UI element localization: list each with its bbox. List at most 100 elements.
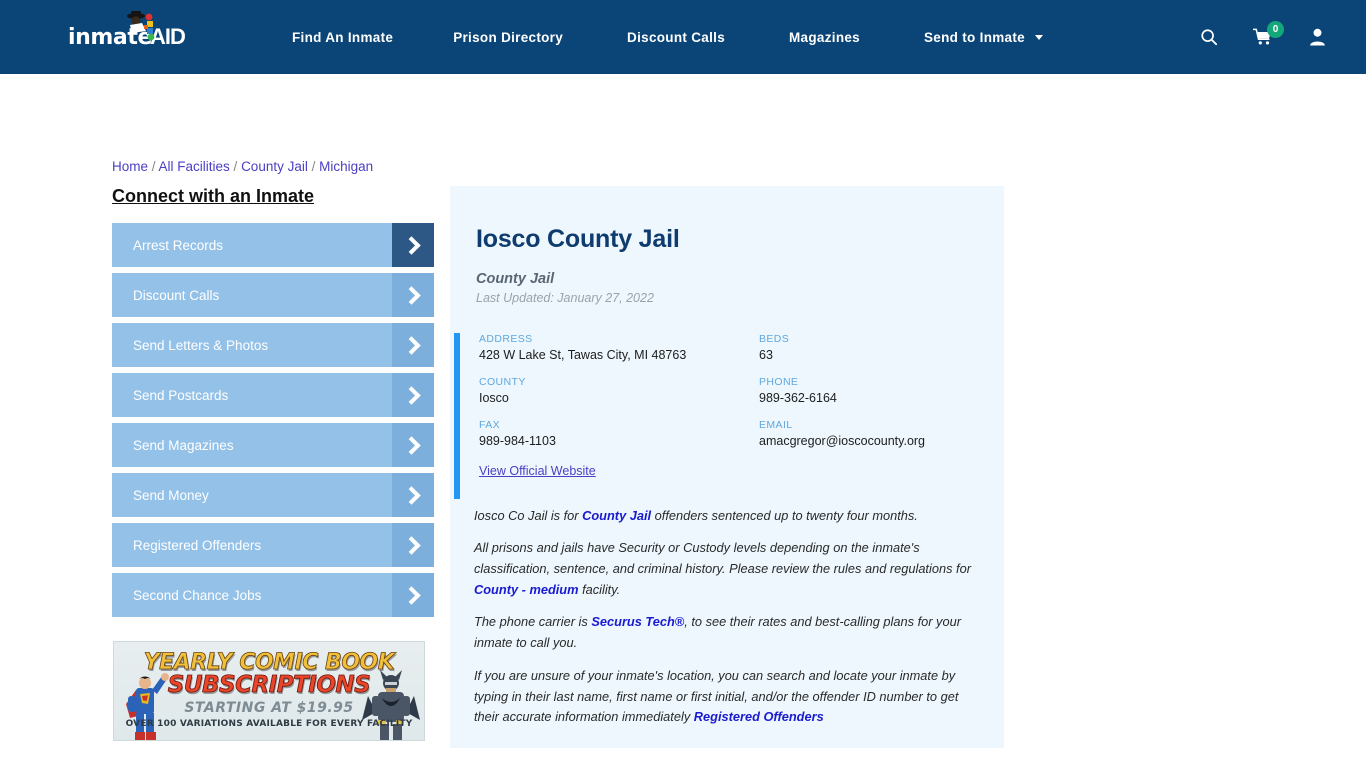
desc-text: The phone carrier is bbox=[474, 614, 592, 630]
sidebar: Connect with an Inmate Arrest Records Di… bbox=[112, 186, 434, 623]
sidebar-item-label: Discount Calls bbox=[133, 287, 220, 303]
description-paragraph-3: The phone carrier is Securus Tech®, to s… bbox=[474, 612, 978, 653]
main-content: Iosco County Jail County Jail Last Updat… bbox=[450, 186, 1004, 768]
chevron-right-icon bbox=[392, 273, 434, 317]
sidebar-item-send-magazines[interactable]: Send Magazines bbox=[112, 423, 434, 467]
chevron-right-icon bbox=[392, 523, 434, 567]
nav-item-prison-directory[interactable]: Prison Directory bbox=[421, 30, 595, 45]
chevron-right-icon bbox=[392, 423, 434, 467]
sidebar-item-label: Send Postcards bbox=[133, 387, 229, 403]
detail-value: 989-362-6164 bbox=[759, 390, 837, 405]
sidebar-item-send-postcards[interactable]: Send Postcards bbox=[112, 373, 434, 417]
nav-label: Discount Calls bbox=[627, 29, 726, 45]
facility-description: Iosco Co Jail is for County Jail offende… bbox=[450, 506, 1004, 728]
sidebar-item-second-chance-jobs[interactable]: Second Chance Jobs bbox=[112, 573, 434, 617]
sidebar-item-send-money[interactable]: Send Money bbox=[112, 473, 434, 517]
cart-button[interactable]: 0 bbox=[1236, 17, 1290, 57]
detail-value: amacgregor@ioscocounty.org bbox=[759, 433, 926, 448]
sidebar-title: Connect with an Inmate bbox=[112, 186, 315, 206]
nav-label: Find An Inmate bbox=[292, 29, 394, 45]
sidebar-item-label: Send Magazines bbox=[133, 437, 234, 453]
header-icon-group: 0 bbox=[1182, 0, 1344, 74]
detail-label: COUNTY bbox=[479, 375, 526, 388]
chevron-right-icon bbox=[392, 373, 434, 417]
facility-last-updated: Last Updated: January 27, 2022 bbox=[476, 290, 654, 305]
sidebar-item-arrest-records[interactable]: Arrest Records bbox=[112, 223, 434, 267]
nav-label: Prison Directory bbox=[453, 29, 564, 45]
logo-mascot-icon bbox=[127, 11, 155, 41]
chevron-down-icon bbox=[1035, 34, 1044, 40]
sidebar-item-label: Arrest Records bbox=[133, 237, 224, 253]
detail-value: 428 W Lake St, Tawas City, MI 48763 bbox=[479, 347, 687, 362]
sidebar-item-registered-offenders[interactable]: Registered Offenders bbox=[112, 523, 434, 567]
detail-label: FAX bbox=[479, 418, 501, 431]
chevron-right-icon bbox=[392, 323, 434, 367]
nav-label: Magazines bbox=[789, 29, 860, 45]
sidebar-item-label: Send Money bbox=[133, 487, 209, 503]
account-button[interactable] bbox=[1290, 17, 1344, 57]
breadcrumb-separator: / bbox=[229, 159, 242, 174]
detail-label: ADDRESS bbox=[479, 332, 533, 345]
site-header: inmate AID Find An Inmate Prison Directo… bbox=[0, 0, 1366, 74]
nav-item-magazines[interactable]: Magazines bbox=[757, 30, 892, 45]
chevron-right-icon bbox=[392, 473, 434, 517]
link-county-jail[interactable]: County Jail bbox=[582, 508, 651, 523]
detail-label: PHONE bbox=[759, 375, 799, 388]
detail-email: EMAIL amacgregor@ioscocounty.org bbox=[759, 419, 1004, 448]
chevron-right-icon bbox=[392, 223, 434, 267]
detail-beds: BEDS 63 bbox=[759, 333, 1004, 362]
breadcrumb-item-all-facilities[interactable]: All Facilities bbox=[159, 159, 230, 174]
desc-text: facility. bbox=[578, 581, 621, 597]
detail-address: ADDRESS 428 W Lake St, Tawas City, MI 48… bbox=[479, 333, 759, 362]
breadcrumb: Home / All Facilities / County Jail / Mi… bbox=[112, 159, 373, 174]
nav-label: Send to Inmate bbox=[924, 29, 1025, 45]
detail-label: EMAIL bbox=[759, 418, 793, 431]
nav-item-send-to-inmate[interactable]: Send to Inmate bbox=[892, 30, 1075, 45]
detail-value: 989-984-1103 bbox=[479, 433, 556, 448]
user-account-icon bbox=[1309, 28, 1325, 46]
sidebar-item-discount-calls[interactable]: Discount Calls bbox=[112, 273, 434, 317]
desc-text: offenders sentenced up to twenty four mo… bbox=[651, 507, 918, 523]
sidebar-item-label: Send Letters & Photos bbox=[133, 337, 269, 353]
description-paragraph-4: If you are unsure of your inmate's locat… bbox=[474, 666, 978, 728]
view-official-website-link[interactable]: View Official Website bbox=[479, 464, 596, 478]
page-title: Iosco County Jail bbox=[476, 224, 680, 253]
ad-headline-line2: SUBSCRIPTIONS bbox=[167, 672, 371, 699]
breadcrumb-separator: / bbox=[148, 159, 159, 174]
description-paragraph-2: All prisons and jails have Security or C… bbox=[474, 538, 978, 600]
link-securus-tech[interactable]: Securus Tech® bbox=[591, 614, 684, 629]
link-county-medium[interactable]: County - medium bbox=[474, 582, 579, 597]
description-paragraph-1: Iosco Co Jail is for County Jail offende… bbox=[474, 506, 978, 527]
sidebar-item-label: Second Chance Jobs bbox=[133, 587, 262, 603]
nav-item-discount-calls[interactable]: Discount Calls bbox=[595, 30, 757, 45]
sidebar-item-label: Registered Offenders bbox=[133, 537, 262, 553]
detail-label: BEDS bbox=[759, 332, 790, 345]
accent-bar bbox=[454, 332, 460, 499]
detail-county: COUNTY Iosco bbox=[479, 376, 759, 405]
ad-subtext-line: OVER 100 VARIATIONS AVAILABLE FOR EVERY … bbox=[125, 719, 413, 729]
site-logo[interactable]: inmate AID bbox=[68, 11, 194, 57]
ad-artwork: YEARLY COMIC BOOK SUBSCRIPTIONS STARTING… bbox=[114, 642, 424, 740]
desc-text: All prisons and jails have Security or C… bbox=[474, 540, 971, 576]
detail-phone: PHONE 989-362-6164 bbox=[759, 376, 1004, 405]
search-icon bbox=[1201, 29, 1218, 46]
main-navigation: Find An Inmate Prison Directory Discount… bbox=[264, 30, 1075, 45]
breadcrumb-item-county-jail[interactable]: County Jail bbox=[241, 159, 308, 174]
facility-type: County Jail bbox=[476, 270, 555, 287]
detail-fax: FAX 989-984-1103 bbox=[479, 419, 759, 448]
search-button[interactable] bbox=[1182, 17, 1236, 57]
link-registered-offenders[interactable]: Registered Offenders bbox=[694, 709, 824, 724]
desc-text: Iosco Co Jail is for bbox=[474, 507, 583, 523]
breadcrumb-item-michigan[interactable]: Michigan bbox=[319, 159, 373, 174]
chevron-right-icon bbox=[392, 573, 434, 617]
detail-value: 63 bbox=[759, 347, 773, 362]
facility-info-card: Iosco County Jail County Jail Last Updat… bbox=[450, 186, 1004, 748]
nav-item-find-an-inmate[interactable]: Find An Inmate bbox=[264, 30, 421, 45]
sidebar-item-send-letters-photos[interactable]: Send Letters & Photos bbox=[112, 323, 434, 367]
facility-details-grid: ADDRESS 428 W Lake St, Tawas City, MI 48… bbox=[479, 333, 1004, 448]
breadcrumb-item-home[interactable]: Home bbox=[112, 159, 148, 174]
ad-price-line: STARTING AT $19.95 bbox=[184, 700, 354, 716]
comic-book-subscription-ad[interactable]: YEARLY COMIC BOOK SUBSCRIPTIONS STARTING… bbox=[113, 641, 425, 741]
cart-count-badge: 0 bbox=[1267, 21, 1284, 38]
breadcrumb-separator: / bbox=[307, 159, 320, 174]
